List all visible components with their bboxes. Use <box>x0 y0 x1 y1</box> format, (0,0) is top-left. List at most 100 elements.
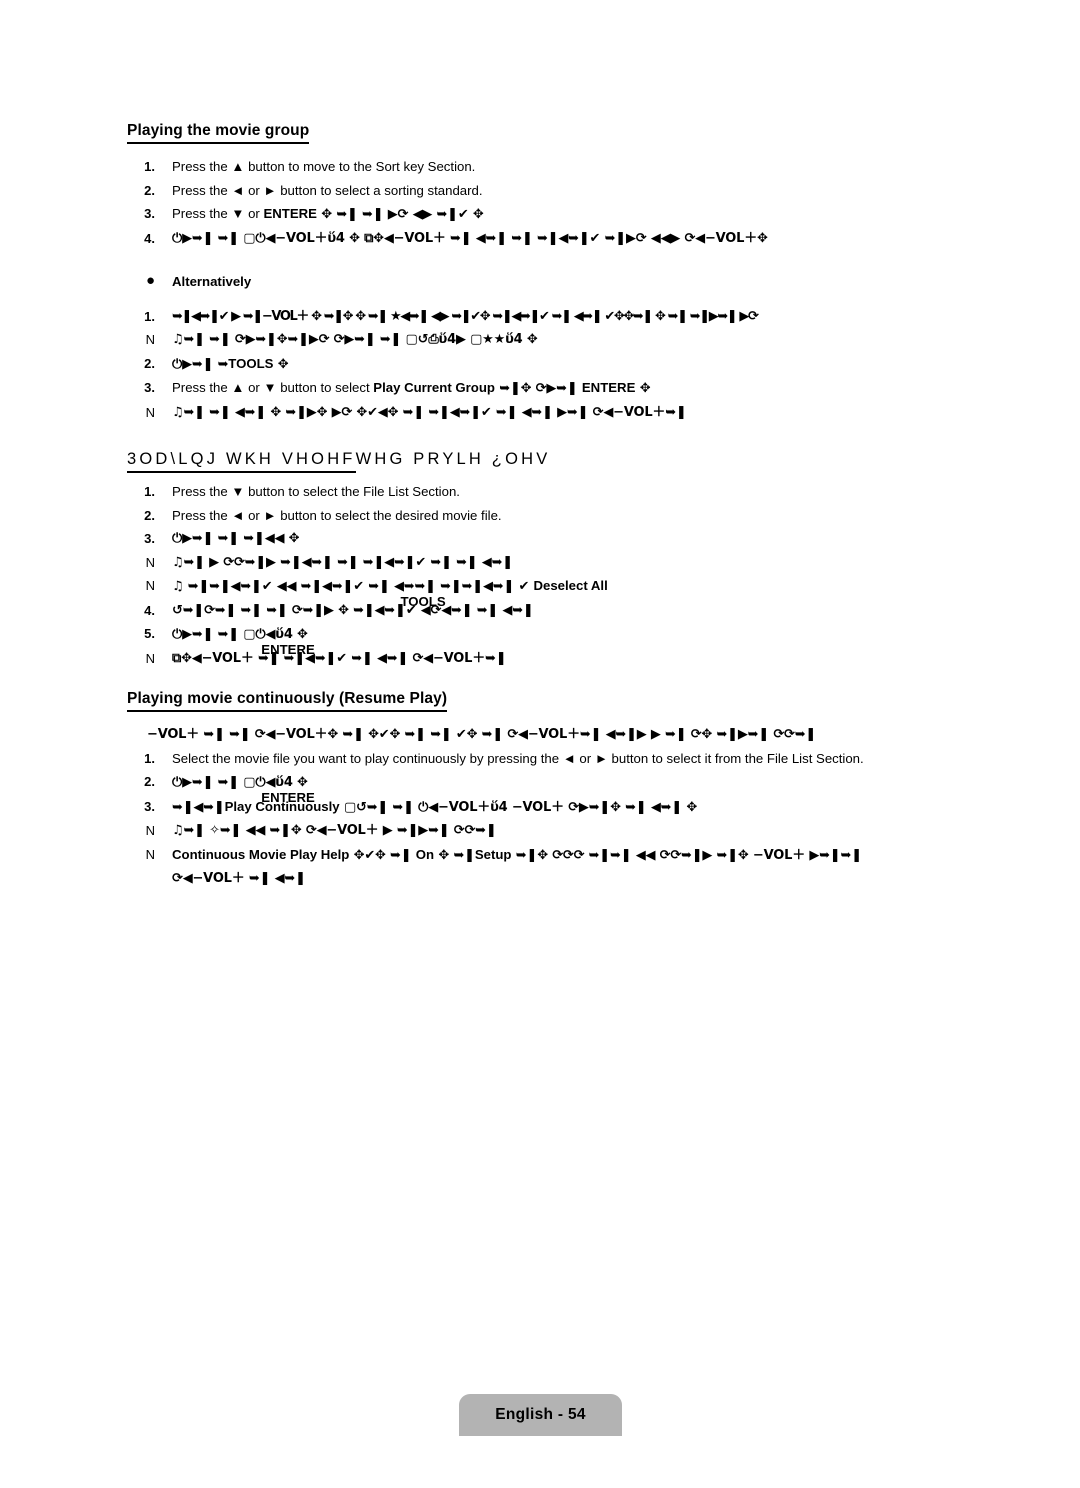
note-row: N Continuous Movie Play Help ✥✔✥ ➥❚ On ✥… <box>127 843 1027 868</box>
list-item: 4. ⏻▶➥❚ ➥❚ ▢⏻◀−VOL＋ὕ4 ✥ ⧉✥◀−VOL＋ ➥❚ ◀➥❚ … <box>127 227 1027 251</box>
note-marker-icon: N <box>145 404 155 420</box>
list-marker: 1. <box>144 308 155 324</box>
section-playing-movie-continuously: Playing movie continuously (Resume Play) <box>127 690 1027 713</box>
section-playing-selected-movie-files: 3OD\LQJ WKH VHOHFWHG PRYLH ¿OHV <box>127 450 1027 474</box>
list-item-text: Press the ◄ or ► button to select a sort… <box>172 182 483 198</box>
page-title: Playing the movie group <box>127 122 310 145</box>
list-item: 5. ⏻▶➥❚ ➥❚ ▢⏻◀ ENTERE ὕ4 ✥ <box>127 622 1027 657</box>
menu-label-setup: Setup <box>474 846 512 862</box>
remote-symbol-run: ♫➥❚ ✧➥❚ ◀◀ ➥❚✥ ⟳◀−VOL＋ ▶ ➥❚▶➥❚ ⟳⟳➥❚ <box>172 823 497 839</box>
page-title: Playing movie continuously (Resume Play) <box>127 690 448 713</box>
bullet-dot-icon: ● <box>145 272 155 290</box>
remote-symbol-run: ♫➥❚ ➥❚ ◀➥❚ ✥ ➥❚▶✥ ▶⟳ ✥✔◀✥ ➥❚ ➥❚◀➥❚✔ ➥❚ ◀… <box>172 404 687 420</box>
note-row: N ♫➥❚ ➥❚ ◀➥❚ ✥ ➥❚▶✥ ▶⟳ ✥✔◀✥ ➥❚ ➥❚◀➥❚✔ ➥❚… <box>127 401 1027 425</box>
heading-plain-part: WHG PRYLH ¿OHV <box>355 450 551 469</box>
list-item: 3. Press the ▼ or ENTERE ✥ ➥❚ ➥❚ ▶⟳ ◀▶ ➥… <box>127 202 1027 227</box>
list-item: 3. ⏻▶➥❚ ➥❚ ➥❚◀◀ ✥ <box>127 527 1027 551</box>
list-marker: 2. <box>144 182 155 198</box>
key-label-enter: ENTERE <box>261 642 315 658</box>
key-label-enter: ENTERE <box>263 206 317 222</box>
remote-symbol-run: ♫➥❚ ▶ ⟳⟳➥❚▶ ➥❚◀➥❚ ➥❚ ➥❚◀➥❚✔ ➥❚ ➥❚ ◀➥❚ <box>172 554 513 570</box>
list-marker: 1. <box>144 484 155 500</box>
remote-symbol-run: ⏻▶➥❚ ➥❚ ▢⏻◀ <box>172 775 276 791</box>
menu-label-deselect-all: Deselect All <box>533 578 608 594</box>
list-item: 2. Press the ◄ or ► button to select the… <box>127 504 1027 528</box>
note-marker-icon: N <box>145 332 155 348</box>
list-item-text: Press the ▼ button to select the File Li… <box>172 484 460 500</box>
remote-symbol-run: ⟳◀−VOL＋ ➥❚ ◀➥❚ <box>172 871 306 887</box>
remote-symbol-run: ➥❚✥ ⟳▶➥❚ <box>494 381 582 397</box>
list-item-text: Press the ◄ or ► button to select the de… <box>172 507 502 523</box>
note-marker-icon: N <box>145 846 155 862</box>
menu-value-on: On <box>415 846 435 862</box>
remote-symbol-run: ⏻▶➥❚ ➥❚ ▢⏻◀ <box>172 627 276 643</box>
note-row: N ♫➥❚ ➥❚ ⟳▶➥❚✥➥❚▶⟳ ⟳▶➥❚ ➥❚ ▢↺⎙ὕ4▶ ▢★★ὕ4 … <box>127 328 1027 352</box>
list-marker: 3. <box>144 206 155 222</box>
list-item: 3. Press the ▲ or ▼ button to select Pla… <box>127 376 1027 401</box>
manual-page: Playing the movie group 1. Press the ▲ b… <box>0 0 1080 1488</box>
list-item: 2. ⏻▶➥❚ ➥TOOLS ✥ <box>127 352 1027 377</box>
list-item: 1. Press the ▲ button to move to the Sor… <box>127 155 1027 179</box>
remote-symbol-run: ➥❚◀➥❚ <box>172 799 225 815</box>
menu-label-play-current-group: Play Current Group <box>373 380 495 396</box>
remote-symbol-run: ▢↺➥❚ ➥❚ ⏻◀−VOL＋ὕ4 −VOL＋ ⟳▶➥❚✥ ➥❚ ◀➥❚ ✥ <box>339 799 698 815</box>
menu-label-continuous-movie-play-help: Continuous Movie Play Help <box>172 846 350 862</box>
remote-symbol-run: ➥❚✥ ⟳⟳⟳ ➥❚➥❚ ◀◀ ⟳⟳➥❚▶ ➥❚✥ −VOL＋ ▶➥❚➥❚ <box>511 847 862 863</box>
list-item: 2. Press the ◄ or ► button to select a s… <box>127 179 1027 203</box>
note-marker-icon: N <box>145 578 155 594</box>
list-item-text: Press the ▲ or ▼ button to select <box>172 380 374 396</box>
remote-symbol-run: ✥ ➥❚ <box>434 847 475 863</box>
list-marker: 3. <box>144 798 155 814</box>
bullet-item-alternatively: ● Alternatively <box>127 270 1027 294</box>
list-marker: 2. <box>144 774 155 790</box>
note-row: N ♫ ➥❚➥❚◀➥❚✔ ◀◀ ➥❚◀➥❚✔ ➥❚ ◀➥ TOOLS ➥❚ ➥❚➥❚… <box>127 574 1027 609</box>
list-marker: 2. <box>144 507 155 523</box>
key-label-enter: ENTERE <box>581 380 636 396</box>
note-marker-icon: N <box>145 650 155 666</box>
page-number-label: English - 54 <box>495 1406 586 1423</box>
remote-symbol-run: ♫ ➥❚➥❚◀➥❚✔ ◀◀ ➥❚◀➥❚✔ ➥❚ ◀➥ <box>172 579 415 595</box>
remote-symbol-run: ↺➥❚⟳➥❚ ➥❚ ➥❚ ⟳➥❚▶ ✥ ➥❚◀➥❚✔ ◀⟳◀➥❚ ➥❚ ◀➥❚ <box>172 602 534 618</box>
note-marker-icon: N <box>145 823 155 839</box>
list-item-text: Select the movie file you want to play c… <box>172 750 864 766</box>
page-content: Playing the movie group 1. Press the ▲ b… <box>127 122 1027 891</box>
list-item-text: Press the ▲ button to move to the Sort k… <box>172 159 476 175</box>
remote-symbol-run: ⏻▶➥❚ ➥❚ ▢⏻◀−VOL＋ὕ4 ✥ ⧉✥◀−VOL＋ ➥❚ ◀➥❚ ➥❚ … <box>172 230 768 246</box>
section-playing-movie-group: Playing the movie group <box>127 122 1027 145</box>
list-item: 1. Press the ▼ button to select the File… <box>127 480 1027 504</box>
list-item: 1. ➥❚◀➥❚✔ ▶ ➥❚−VOL＋ ✥ ➥❚✥ ✥ ➥❚ ★◀➥❚ ◀▶ ➥… <box>127 305 1027 329</box>
key-label-tools: TOOLS <box>228 355 274 371</box>
list-item-text: Press the ▼ or <box>172 206 264 222</box>
heading-underlined-part: 3OD\LQJ WKH VHOHF <box>127 450 356 474</box>
page-title-garbled: 3OD\LQJ WKH VHOHFWHG PRYLH ¿OHV <box>127 450 551 474</box>
note-marker-icon: N <box>145 554 155 570</box>
list-marker: 1. <box>144 750 155 766</box>
list-marker: 4. <box>144 602 155 618</box>
remote-symbol-run: ✥ <box>273 356 289 372</box>
page-footer-badge: English - 54 <box>459 1394 622 1436</box>
list-item: 4. ↺➥❚⟳➥❚ ➥❚ ➥❚ ⟳➥❚▶ ✥ ➥❚◀➥❚✔ ◀⟳◀➥❚ ➥❚ ◀… <box>127 599 1027 623</box>
list-marker: 5. <box>144 626 155 642</box>
remote-symbol-run: ✥✔✥ ➥❚ <box>349 847 416 863</box>
note-row: N ♫➥❚ ▶ ⟳⟳➥❚▶ ➥❚◀➥❚ ➥❚ ➥❚◀➥❚✔ ➥❚ ➥❚ ◀➥❚ <box>127 551 1027 575</box>
note-row-continuation: ⟳◀−VOL＋ ➥❚ ◀➥❚ <box>127 867 1027 891</box>
list-item: 1. Select the movie file you want to pla… <box>127 747 1027 771</box>
remote-symbol-run: ➥❚◀➥❚✔ ▶ ➥❚−VOL＋ ✥ ➥❚✥ ✥ ➥❚ ★◀➥❚ ◀▶ ➥❚✔✥… <box>172 308 759 324</box>
key-label-tools: TOOLS <box>400 594 446 610</box>
list-marker: 1. <box>144 159 155 175</box>
remote-symbol-run: ⏻▶➥❚ ➥ <box>172 356 229 372</box>
remote-symbol-run: ⏻▶➥❚ ➥❚ ➥❚◀◀ ✥ <box>172 531 300 547</box>
remote-symbol-run: ✥ <box>635 381 651 397</box>
list-item: 2. ⏻▶➥❚ ➥❚ ▢⏻◀ ENTERE ὕ4 ✥ <box>127 770 1027 805</box>
list-marker: 4. <box>144 230 155 246</box>
list-marker: 3. <box>144 380 155 396</box>
bullet-label: Alternatively <box>172 274 252 290</box>
remote-symbol-run: ✥ ➥❚ ➥❚ ▶⟳ ◀▶ ➥❚✔ ✥ <box>316 207 484 223</box>
remote-symbol-run: ♫➥❚ ➥❚ ⟳▶➥❚✥➥❚▶⟳ ⟳▶➥❚ ➥❚ ▢↺⎙ὕ4▶ ▢★★ὕ4 ✥ <box>172 332 538 348</box>
note-row: N ♫➥❚ ✧➥❚ ◀◀ ➥❚✥ ⟳◀−VOL＋ ▶ ➥❚▶➥❚ ⟳⟳➥❚ <box>127 819 1027 843</box>
key-label-enter: ENTERE <box>261 790 315 806</box>
lead-symbol-row: −VOL＋ ➥❚ ➥❚ ⟳◀−VOL＋✥ ➥❚ ✥✔✥ ➥❚ ➥❚ ✔✥ ➥❚ … <box>127 723 1027 747</box>
list-marker: 2. <box>144 355 155 371</box>
remote-symbol-run: −VOL＋ ➥❚ ➥❚ ⟳◀−VOL＋✥ ➥❚ ✥✔✥ ➥❚ ➥❚ ✔✥ ➥❚ … <box>147 727 817 743</box>
list-marker: 3. <box>144 531 155 547</box>
